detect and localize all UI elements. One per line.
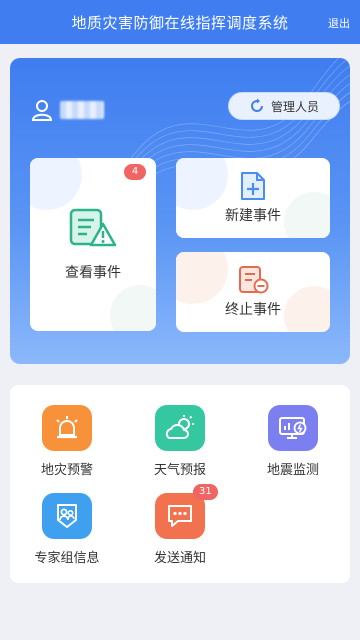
view-events-card[interactable]: 查看事件 4: [30, 158, 156, 331]
earthquake-monitor-label: 地震监测: [266, 463, 319, 478]
weather-forecast-label: 天气预报: [153, 463, 206, 478]
alarm-light-icon: [42, 405, 92, 451]
logout-button[interactable]: 退出: [328, 15, 350, 31]
app-header: 地质灾害防御在线指挥调度系统 退出: [0, 0, 360, 44]
disaster-warning-tile[interactable]: 地灾预警: [17, 405, 117, 478]
page-title: 地质灾害防御在线指挥调度系统: [71, 14, 289, 32]
view-events-label: 查看事件: [65, 264, 121, 281]
event-warning-icon: [69, 208, 117, 246]
card-decoration: [284, 286, 330, 332]
card-decoration: [284, 192, 330, 238]
new-document-icon: [241, 172, 265, 200]
card-decoration: [30, 158, 82, 210]
monitor-icon: [268, 405, 318, 451]
disaster-warning-label: 地灾预警: [40, 463, 93, 478]
view-events-badge: 4: [124, 164, 146, 180]
refresh-icon: [251, 98, 263, 112]
card-decoration: [110, 285, 156, 331]
user-name-blurred: [60, 101, 104, 119]
role-switch-button[interactable]: 管理人员: [228, 92, 340, 120]
new-event-card[interactable]: 新建事件: [176, 158, 330, 238]
send-notice-label: 发送通知: [153, 551, 206, 566]
end-event-label: 终止事件: [225, 302, 281, 318]
function-panel: 地灾预警 天气预报 地震监测 专家组信息 31 发送通知: [10, 385, 350, 583]
message-icon: 31: [155, 484, 218, 539]
card-decoration: [176, 252, 228, 304]
expert-group-icon: [42, 493, 92, 539]
role-label: 管理人员: [270, 99, 319, 114]
card-decoration: [176, 158, 228, 210]
user-info: [30, 98, 104, 122]
send-notice-tile[interactable]: 31 发送通知: [130, 484, 230, 566]
send-notice-badge: 31: [193, 484, 218, 500]
earthquake-monitor-tile[interactable]: 地震监测: [243, 405, 343, 478]
weather-forecast-tile[interactable]: 天气预报: [130, 405, 230, 478]
expert-group-tile[interactable]: 专家组信息: [17, 493, 117, 566]
user-icon: [31, 100, 53, 121]
hero-panel: 管理人员 查看事件 4 新建事件 终止事件: [10, 58, 350, 364]
expert-group-label: 专家组信息: [34, 551, 100, 566]
end-event-card[interactable]: 终止事件: [176, 252, 330, 332]
new-event-label: 新建事件: [225, 208, 281, 224]
end-document-icon: [239, 266, 269, 294]
weather-icon: [155, 405, 205, 451]
